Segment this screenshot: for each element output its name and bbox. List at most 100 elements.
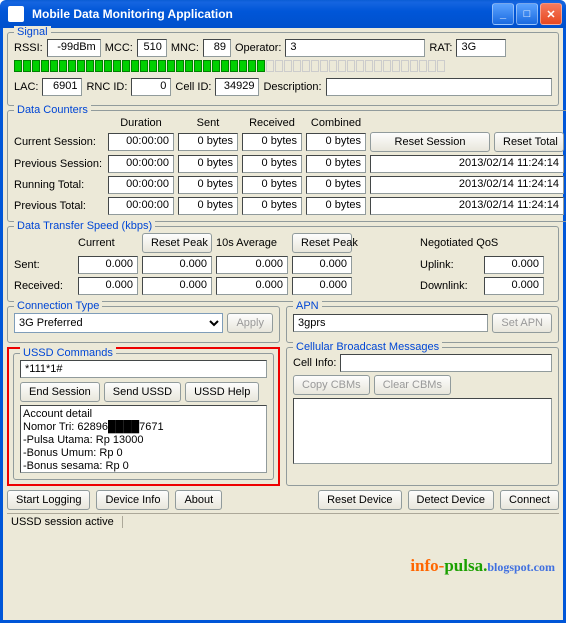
copy-cbms-button[interactable]: Copy CBMs [293, 375, 370, 395]
reset-peak-button-2[interactable]: Reset Peak [292, 233, 352, 253]
connection-type-select[interactable]: 3G Preferred [14, 313, 223, 333]
duration-field: 00:00:00 [108, 133, 174, 151]
row-label: Previous Session: [14, 158, 104, 170]
ts-field: 2013/02/14 11:24:14 [370, 197, 564, 215]
close-button[interactable]: ✕ [540, 3, 562, 25]
about-button[interactable]: About [175, 490, 222, 510]
status-text: USSD session active [11, 516, 123, 528]
rncid-field: 0 [131, 78, 171, 96]
ussd-legend: USSD Commands [20, 347, 116, 359]
reset-session-button[interactable]: Reset Session [370, 132, 490, 152]
recv-val: 0.000 [78, 277, 138, 295]
connect-button[interactable]: Connect [500, 490, 559, 510]
cellid-label: Cell ID: [175, 81, 211, 93]
current-header: Current [78, 237, 138, 249]
apn-input[interactable] [293, 314, 488, 332]
window-title: Mobile Data Monitoring Application [28, 7, 492, 21]
mcc-label: MCC: [105, 42, 133, 54]
watermark: info-pulsa.blogspot.com [410, 556, 555, 576]
uplink-field: 0.000 [484, 256, 544, 274]
downlink-label: Downlink: [420, 280, 480, 292]
ussd-group: USSD Commands End Session Send USSD USSD… [13, 353, 274, 480]
cellinfo-field [340, 354, 552, 372]
minimize-button[interactable]: _ [492, 3, 514, 25]
rat-label: RAT: [429, 42, 452, 54]
recv-field: 0 bytes [242, 197, 302, 215]
signal-strength-meter [14, 60, 552, 72]
mnc-field: 89 [203, 39, 231, 57]
sent-field: 0 bytes [178, 133, 238, 151]
downlink-field: 0.000 [484, 277, 544, 295]
sent-val: 0.000 [216, 256, 288, 274]
start-logging-button[interactable]: Start Logging [7, 490, 90, 510]
end-session-button[interactable]: End Session [20, 382, 100, 402]
set-apn-button[interactable]: Set APN [492, 313, 552, 333]
app-icon [8, 6, 24, 22]
cellinfo-label: Cell Info: [293, 357, 336, 369]
duration-field: 00:00:00 [108, 197, 174, 215]
reset-total-button[interactable]: Reset Total [494, 132, 564, 152]
signal-legend: Signal [14, 26, 51, 38]
recv-field: 0 bytes [242, 155, 302, 173]
sent-val: 0.000 [142, 256, 212, 274]
counters-legend: Data Counters [14, 104, 91, 116]
lac-label: LAC: [14, 81, 38, 93]
sent-label: Sent: [14, 259, 74, 271]
apn-group: APN Set APN [286, 306, 559, 343]
recv-label: Received: [14, 280, 74, 292]
combined-header: Combined [306, 117, 366, 129]
mcc-field: 510 [137, 39, 167, 57]
mnc-label: MNC: [171, 42, 199, 54]
ussd-result[interactable]: Account detailNomor Tri: 62896████7671-P… [20, 405, 267, 473]
duration-header: Duration [108, 117, 174, 129]
rssi-field: -99dBm [47, 39, 101, 57]
ussd-help-button[interactable]: USSD Help [185, 382, 259, 402]
rncid-label: RNC ID: [86, 81, 127, 93]
lac-field: 6901 [42, 78, 82, 96]
recv-val: 0.000 [292, 277, 352, 295]
comb-field: 0 bytes [306, 197, 366, 215]
operator-label: Operator: [235, 42, 281, 54]
recv-field: 0 bytes [242, 176, 302, 194]
sent-val: 0.000 [78, 256, 138, 274]
connection-type-group: Connection Type 3G Preferred Apply [7, 306, 280, 343]
received-header: Received [242, 117, 302, 129]
comb-field: 0 bytes [306, 176, 366, 194]
cbm-legend: Cellular Broadcast Messages [293, 341, 442, 353]
recv-field: 0 bytes [242, 133, 302, 151]
ts-field: 2013/02/14 11:24:14 [370, 155, 564, 173]
duration-field: 00:00:00 [108, 155, 174, 173]
row-label: Previous Total: [14, 200, 104, 212]
recv-val: 0.000 [216, 277, 288, 295]
avg10s-header: 10s Average [216, 237, 288, 249]
row-label: Running Total: [14, 179, 104, 191]
desc-field [326, 78, 552, 96]
row-label: Current Session: [14, 136, 104, 148]
ts-field: 2013/02/14 11:24:14 [370, 176, 564, 194]
ussd-input[interactable] [20, 360, 267, 378]
rat-field: 3G [456, 39, 506, 57]
speed-group: Data Transfer Speed (kbps) Current Reset… [7, 226, 559, 302]
reset-peak-button-1[interactable]: Reset Peak [142, 233, 212, 253]
cbm-text[interactable] [293, 398, 552, 464]
sent-val: 0.000 [292, 256, 352, 274]
send-ussd-button[interactable]: Send USSD [104, 382, 181, 402]
uplink-label: Uplink: [420, 259, 480, 271]
speed-legend: Data Transfer Speed (kbps) [14, 220, 155, 232]
nqos-header: Negotiated QoS [420, 237, 544, 249]
apply-button[interactable]: Apply [227, 313, 273, 333]
desc-label: Description: [263, 81, 321, 93]
clear-cbms-button[interactable]: Clear CBMs [374, 375, 451, 395]
operator-field: 3 [285, 39, 425, 57]
conn-legend: Connection Type [14, 300, 102, 312]
recv-val: 0.000 [142, 277, 212, 295]
device-info-button[interactable]: Device Info [96, 490, 169, 510]
detect-device-button[interactable]: Detect Device [408, 490, 494, 510]
cbm-group: Cellular Broadcast Messages Cell Info: C… [286, 347, 559, 486]
reset-device-button[interactable]: Reset Device [318, 490, 401, 510]
maximize-button[interactable]: □ [516, 3, 538, 25]
sent-field: 0 bytes [178, 176, 238, 194]
comb-field: 0 bytes [306, 133, 366, 151]
comb-field: 0 bytes [306, 155, 366, 173]
signal-group: Signal RSSI: -99dBm MCC: 510 MNC: 89 Ope… [7, 32, 559, 106]
